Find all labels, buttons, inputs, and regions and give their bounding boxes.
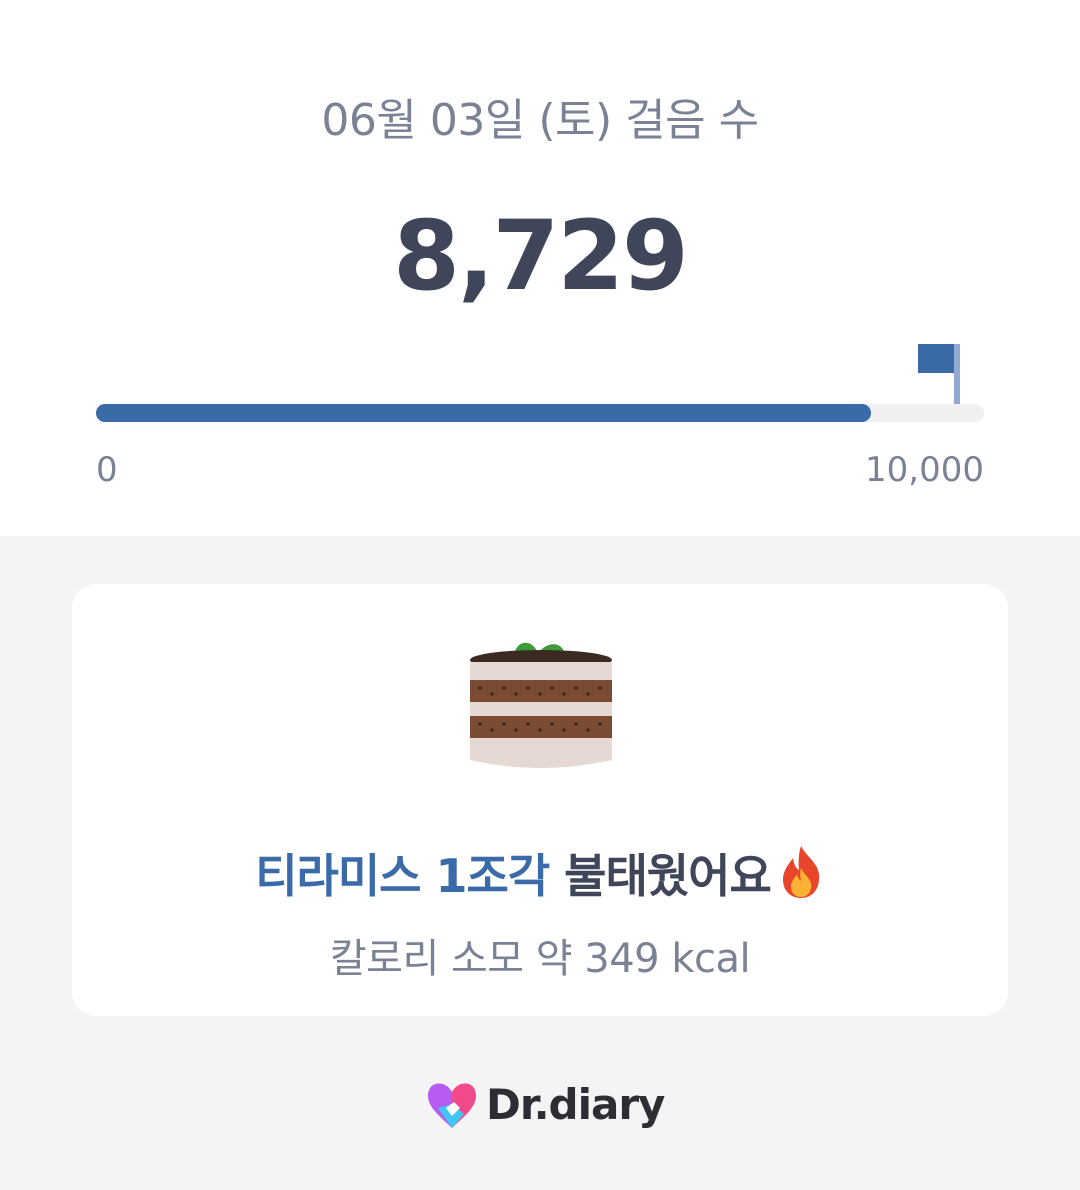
progress-max-label: 10,000 (865, 450, 984, 490)
flag-icon (918, 344, 960, 404)
kcal-text: 칼로리 소모 약 349 kcal (329, 936, 751, 982)
burn-food-highlight: 티라미스 1조각 (255, 849, 550, 903)
fire-icon (782, 846, 819, 898)
step-progress-fill (96, 404, 872, 422)
step-progress-bar (96, 404, 984, 422)
burn-message: 티라미스 1조각 불태웠어요 (72, 840, 1008, 906)
brand-name: Dr.diary (486, 1079, 665, 1129)
step-count: 8,729 (393, 200, 689, 312)
progress-min-label: 0 (96, 450, 118, 490)
cake-icon (470, 642, 612, 768)
date-title: 06월 03일 (토) 걸음 수 (321, 95, 759, 146)
burn-message-text: 불태웠어요 (549, 849, 772, 903)
step-summary-panel: 06월 03일 (토) 걸음 수 8,729 0 10,000 (0, 0, 1080, 536)
calorie-card: 티라미스 1조각 불태웠어요 칼로리 소모 약 349 kcal (72, 584, 1008, 1016)
brand-footer: Dr.diary (424, 1076, 665, 1132)
heart-logo-icon (428, 1083, 476, 1128)
